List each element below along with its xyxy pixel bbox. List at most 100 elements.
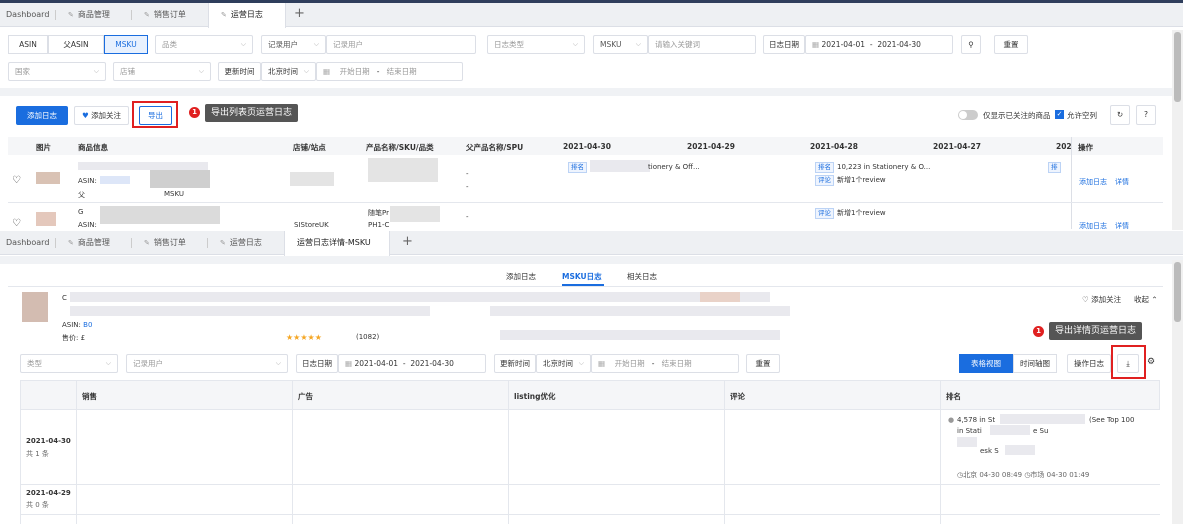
tab-product-mgmt[interactable]: ✎ 商品管理 — [56, 3, 132, 27]
scrollbar-thumb[interactable] — [1174, 262, 1181, 322]
row2-store: SIStoreUK — [294, 221, 329, 229]
update-date-range[interactable]: ▦ 开始日期 - 结束日期 — [591, 354, 739, 373]
view-table-button[interactable]: 表格视图 — [959, 354, 1013, 373]
timezone-select[interactable]: 北京时间 ⌵ — [536, 354, 591, 373]
subtab-msku-log[interactable]: MSKU日志 — [562, 271, 602, 282]
chevron-down-icon: ⌵ — [93, 67, 99, 75]
asin-key: ASIN: — [62, 321, 81, 329]
followed-toggle[interactable] — [958, 110, 978, 120]
tab-sales-orders[interactable]: ✎ 销售订单 — [132, 3, 208, 27]
row-divider — [20, 514, 1160, 515]
col-divider — [76, 380, 77, 524]
new-tab-button[interactable]: + — [402, 231, 413, 255]
reset-button[interactable]: 重置 — [994, 35, 1028, 54]
seg-msku[interactable]: MSKU — [104, 35, 148, 54]
row-count: 共 0 条 — [26, 501, 49, 509]
add-log-button[interactable]: 添加日志 — [16, 106, 68, 125]
log-date-range[interactable]: ▦ 2021-04-01 - 2021-04-30 — [805, 35, 953, 54]
keyword-input[interactable]: 请输入关键词 — [648, 35, 756, 54]
subtab-add-log[interactable]: 添加日志 — [506, 271, 536, 282]
rank-mkt-time: 市场 04-30 01:49 — [1030, 471, 1090, 479]
pin-icon: ✎ — [220, 239, 226, 247]
follow-label: 添加关注 — [91, 111, 122, 120]
col-date-0430: 2021-04-30 — [563, 142, 611, 151]
reset-button[interactable]: 重置 — [746, 354, 780, 373]
row2-detail-link[interactable]: 详情 — [1115, 221, 1129, 231]
rank-text: tionery & Off... — [648, 163, 700, 171]
tab-ops-log[interactable]: ✎ 运营日志 — [208, 231, 284, 255]
export-tooltip: 导出详情页运营日志 — [1049, 322, 1143, 340]
timezone-select[interactable]: 北京时间 ⌵ — [261, 62, 316, 81]
msku-select[interactable]: MSKU ⌵ — [593, 35, 648, 54]
heart-icon: ♥ — [81, 111, 89, 120]
log-date-label: 日志日期 — [763, 35, 805, 54]
category-select[interactable]: 品类 ⌵ — [155, 35, 253, 54]
redacted — [150, 170, 210, 188]
refresh-button[interactable]: ↻ — [1110, 105, 1130, 125]
redacted — [957, 437, 977, 447]
redacted — [78, 162, 208, 170]
op-log-button[interactable]: 操作日志 — [1067, 354, 1111, 373]
recorder-select[interactable]: 记录用户 ⌵ — [126, 354, 288, 373]
pin-icon: ✎ — [68, 239, 74, 247]
heart-outline-icon[interactable]: ♡ — [12, 175, 21, 186]
rank-line1b: (See Top 100 — [1089, 416, 1135, 424]
seg-asin[interactable]: ASIN — [8, 35, 48, 54]
view-timeline-button[interactable]: 时间轴图 — [1013, 354, 1057, 373]
redacted — [990, 425, 1030, 435]
asin-label: ASIN: B0 — [62, 321, 92, 329]
chevron-up-icon: ⌃ — [1151, 295, 1158, 304]
redacted — [700, 292, 740, 302]
tab-ops-log[interactable]: ✎ 运营日志 — [208, 3, 286, 28]
row1-detail-link[interactable]: 详情 — [1115, 177, 1129, 187]
scrollbar-thumb[interactable] — [1174, 32, 1181, 102]
date-sep: - — [402, 359, 406, 368]
parent-dash: - — [466, 170, 469, 178]
msku-label: MSKU — [164, 190, 185, 198]
export-tooltip: 导出列表页运营日志 — [205, 104, 299, 122]
add-follow-button[interactable]: ♥ 添加关注 — [74, 106, 129, 125]
detail-table-header — [20, 380, 1160, 410]
col-sales: 销售 — [82, 392, 97, 401]
heart-outline-icon[interactable]: ♡ — [12, 218, 21, 229]
asin-link[interactable]: B0 — [83, 321, 92, 329]
tab-dashboard[interactable]: Dashboard — [0, 231, 56, 255]
redacted — [100, 206, 220, 224]
col-date-0429: 2021-04-29 — [687, 142, 735, 151]
col-date-0428: 2021-04-28 — [810, 142, 858, 151]
seg-parent-asin[interactable]: 父ASIN — [48, 35, 104, 54]
tab-product-mgmt[interactable]: ✎ 商品管理 — [56, 231, 132, 255]
recorder-input[interactable]: 记录用户 — [326, 35, 476, 54]
row2-prod1: 随笔Pr — [368, 209, 389, 217]
date-to: 2021-04-30 — [410, 359, 454, 368]
follow-link[interactable]: ♡ 添加关注 — [1082, 294, 1121, 305]
row1-add-log-link[interactable]: 添加日志 — [1079, 177, 1107, 187]
filter-icon-button[interactable]: ⚲ — [961, 35, 981, 54]
tab-dashboard[interactable]: Dashboard — [0, 3, 56, 27]
collapse-link[interactable]: 收起 ⌃ — [1134, 294, 1158, 305]
allow-empty-label: 允许空列 — [1067, 111, 1097, 120]
redacted — [490, 306, 790, 316]
type-select[interactable]: 类型 ⌵ — [20, 354, 118, 373]
row2-add-log-link[interactable]: 添加日志 — [1079, 221, 1107, 231]
section-gap — [0, 256, 1183, 264]
country-select[interactable]: 国家 ⌵ — [8, 62, 106, 81]
subtab-divider — [8, 286, 1163, 287]
tab-label: Dashboard — [6, 10, 50, 19]
settings-icon[interactable]: ⚙ — [1147, 357, 1155, 367]
log-type-select[interactable]: 日志类型 ⌵ — [487, 35, 585, 54]
col-parent-name: 父产品名称/SPU — [466, 143, 524, 152]
help-button[interactable]: ? — [1136, 105, 1156, 125]
tab-sales-orders[interactable]: ✎ 销售订单 — [132, 231, 208, 255]
tab-ops-log-detail[interactable]: 运营日志详情-MSKU — [284, 231, 390, 256]
store-select[interactable]: 店铺 ⌵ — [113, 62, 211, 81]
recorder-type-select[interactable]: 记录用户 ⌵ — [261, 35, 326, 54]
refresh-icon: ↻ — [1116, 110, 1124, 119]
col-ads: 广告 — [298, 392, 313, 401]
subtab-related-log[interactable]: 相关日志 — [627, 271, 657, 282]
update-date-range[interactable]: ▦ 开始日期 - 结束日期 — [316, 62, 463, 81]
log-date-range[interactable]: ▦ 2021-04-01 - 2021-04-30 — [338, 354, 486, 373]
allow-empty-checkbox[interactable]: ✓ — [1055, 110, 1064, 119]
table-left-border — [20, 380, 21, 524]
new-tab-button[interactable]: + — [294, 3, 305, 27]
